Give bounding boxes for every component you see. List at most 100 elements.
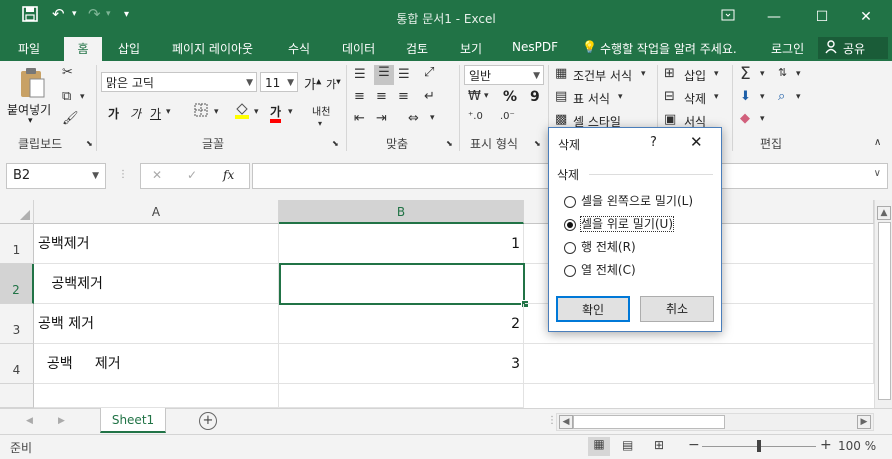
underline-dropdown-icon[interactable]: ▾ bbox=[166, 107, 171, 117]
cell-b4[interactable]: 3 bbox=[279, 344, 524, 384]
wrap-text-icon[interactable]: ↵ bbox=[424, 89, 435, 104]
row-header-1[interactable]: 1 bbox=[0, 224, 34, 264]
select-all-corner[interactable] bbox=[0, 200, 34, 224]
cell-a5[interactable] bbox=[34, 384, 279, 408]
copy-icon[interactable]: ⧉ bbox=[62, 89, 71, 104]
radio-button[interactable] bbox=[564, 195, 576, 208]
align-bottom-icon[interactable]: ☰ bbox=[398, 67, 410, 82]
fill-color-icon[interactable] bbox=[234, 101, 250, 123]
delete-cells-icon[interactable]: ⊟ bbox=[664, 89, 675, 104]
align-right-icon[interactable]: ≡ bbox=[398, 89, 409, 104]
borders-icon[interactable] bbox=[194, 103, 208, 121]
page-layout-view-icon[interactable]: ▤ bbox=[622, 438, 633, 452]
format-painter-icon[interactable]: 🖌 bbox=[62, 111, 79, 126]
autosum-icon[interactable]: Σ bbox=[740, 64, 751, 84]
row-header-5[interactable] bbox=[0, 384, 34, 408]
paste-icon[interactable] bbox=[18, 67, 46, 103]
number-format-select[interactable]: 일반 ▼ bbox=[464, 65, 544, 85]
cancel-button[interactable]: 취소 bbox=[640, 296, 714, 322]
insert-cells-icon[interactable]: ⊞ bbox=[664, 66, 675, 81]
tell-me-search[interactable]: 수행할 작업을 알려 주세요. bbox=[600, 40, 737, 57]
tab-data[interactable]: 데이터 bbox=[342, 40, 375, 57]
percent-button[interactable]: % bbox=[503, 89, 517, 105]
fill-color-dropdown-icon[interactable]: ▾ bbox=[254, 107, 259, 117]
scroll-right-icon[interactable]: ▶ bbox=[857, 415, 871, 429]
cell-b5[interactable] bbox=[279, 384, 524, 408]
zoom-out-button[interactable]: − bbox=[688, 437, 700, 453]
sheet-tab-sheet1[interactable]: Sheet1 bbox=[100, 408, 166, 433]
format-table-icon[interactable]: ▤ bbox=[555, 89, 567, 104]
borders-dropdown-icon[interactable]: ▾ bbox=[214, 107, 219, 117]
autosum-dropdown-icon[interactable]: ▾ bbox=[760, 69, 765, 79]
radio-entire-column[interactable]: 열 전체(C) bbox=[564, 261, 636, 279]
grow-font-button[interactable]: 가▲ bbox=[304, 74, 321, 93]
tab-home[interactable]: 홈 bbox=[64, 37, 102, 61]
font-size-select[interactable]: 11 ▼ bbox=[260, 72, 298, 92]
share-button[interactable]: 공유 bbox=[818, 37, 888, 59]
name-box[interactable]: B2 ▼ bbox=[6, 163, 106, 189]
horizontal-scroll-thumb[interactable] bbox=[573, 415, 725, 429]
chevron-down-icon[interactable]: ▾ bbox=[714, 69, 719, 79]
close-button[interactable]: ✕ bbox=[846, 4, 886, 30]
alignment-launcher-icon[interactable]: ⬊ bbox=[446, 139, 453, 148]
number-launcher-icon[interactable]: ⬊ bbox=[534, 139, 541, 148]
merge-center-icon[interactable]: ⇔ bbox=[408, 111, 419, 126]
chevron-down-icon[interactable]: ▼ bbox=[92, 164, 99, 188]
scroll-left-icon[interactable]: ◀ bbox=[559, 415, 573, 429]
format-cells-icon[interactable]: ▣ bbox=[664, 112, 676, 127]
horizontal-scrollbar[interactable]: ◀ ▶ bbox=[556, 413, 874, 431]
align-top-icon[interactable]: ☰ bbox=[354, 67, 366, 82]
shrink-font-button[interactable]: 가▼ bbox=[326, 76, 341, 92]
tab-nespdf[interactable]: NesPDF bbox=[512, 40, 558, 54]
conditional-format-icon[interactable]: ▦ bbox=[555, 66, 567, 81]
row-header-2[interactable]: 2 bbox=[0, 264, 34, 304]
add-sheet-button[interactable]: + bbox=[199, 412, 217, 430]
find-select-icon[interactable]: ⌕ bbox=[778, 89, 785, 104]
cell-a1[interactable]: 공백제거 bbox=[34, 224, 279, 264]
expand-formula-icon[interactable]: ∨ bbox=[874, 168, 881, 179]
currency-dropdown-icon[interactable]: ▾ bbox=[484, 91, 489, 101]
zoom-in-button[interactable]: + bbox=[820, 437, 832, 453]
currency-icon[interactable]: ₩ bbox=[468, 89, 481, 104]
increase-decimal-icon[interactable]: ⁺.0 bbox=[468, 111, 483, 122]
column-header-b[interactable]: B bbox=[279, 200, 524, 224]
clear-icon[interactable]: ◆ bbox=[740, 111, 750, 126]
radio-shift-left[interactable]: 셀을 왼쪽으로 밀기(L) bbox=[564, 192, 693, 210]
fill-dropdown-icon[interactable]: ▾ bbox=[760, 92, 765, 102]
worksheet-grid[interactable]: A B 1 공백제거 1 2 공백제거 3 공백 제거 2 4 공백 제거 3 … bbox=[0, 200, 892, 408]
tab-file[interactable]: 파일 bbox=[18, 40, 40, 57]
collapse-ribbon-icon[interactable]: ∧ bbox=[874, 137, 881, 148]
underline-button[interactable]: 가 bbox=[150, 105, 161, 122]
chevron-down-icon[interactable]: ▾ bbox=[641, 69, 646, 79]
prev-sheet-icon[interactable]: ◀ bbox=[26, 416, 33, 426]
increase-indent-icon[interactable]: ⇥ bbox=[376, 111, 387, 126]
phonetic-button[interactable]: 내천 bbox=[312, 103, 330, 118]
column-header-a[interactable]: A bbox=[34, 200, 279, 224]
radio-shift-up[interactable]: 셀을 위로 밀기(U) bbox=[564, 215, 675, 233]
tab-page-layout[interactable]: 페이지 레이아웃 bbox=[172, 40, 253, 57]
sort-dropdown-icon[interactable]: ▾ bbox=[796, 69, 801, 79]
normal-view-icon[interactable]: ▦ bbox=[588, 437, 610, 456]
chevron-down-icon[interactable]: ▾ bbox=[618, 92, 623, 102]
cell-b1[interactable]: 1 bbox=[279, 224, 524, 264]
vertical-scroll-thumb[interactable] bbox=[878, 222, 891, 400]
row-header-4[interactable]: 4 bbox=[0, 344, 34, 384]
page-break-view-icon[interactable]: ⊞ bbox=[654, 438, 664, 452]
tab-view[interactable]: 보기 bbox=[460, 40, 482, 57]
tab-formulas[interactable]: 수식 bbox=[288, 40, 310, 57]
cancel-entry-button[interactable]: ✕ bbox=[152, 168, 162, 182]
orientation-icon[interactable]: ⤢ bbox=[424, 65, 434, 80]
cell-a3[interactable]: 공백 제거 bbox=[34, 304, 279, 344]
cell-a4[interactable]: 공백 제거 bbox=[34, 344, 279, 384]
sign-in-link[interactable]: 로그인 bbox=[771, 40, 804, 57]
cell-c4[interactable] bbox=[524, 344, 874, 384]
chevron-down-icon[interactable]: ▾ bbox=[714, 92, 719, 102]
align-center-icon[interactable]: ≡ bbox=[376, 89, 387, 104]
font-color-button[interactable]: 가 bbox=[270, 103, 282, 123]
maximize-button[interactable]: ☐ bbox=[802, 4, 842, 30]
font-name-select[interactable]: 맑은 고딕 ▼ bbox=[101, 72, 257, 92]
cut-icon[interactable]: ✂ bbox=[62, 65, 73, 80]
enter-button[interactable]: ✓ bbox=[187, 168, 197, 182]
vertical-scrollbar[interactable]: ▲ bbox=[874, 200, 892, 408]
insert-cells-button[interactable]: 삽입 bbox=[684, 67, 706, 84]
